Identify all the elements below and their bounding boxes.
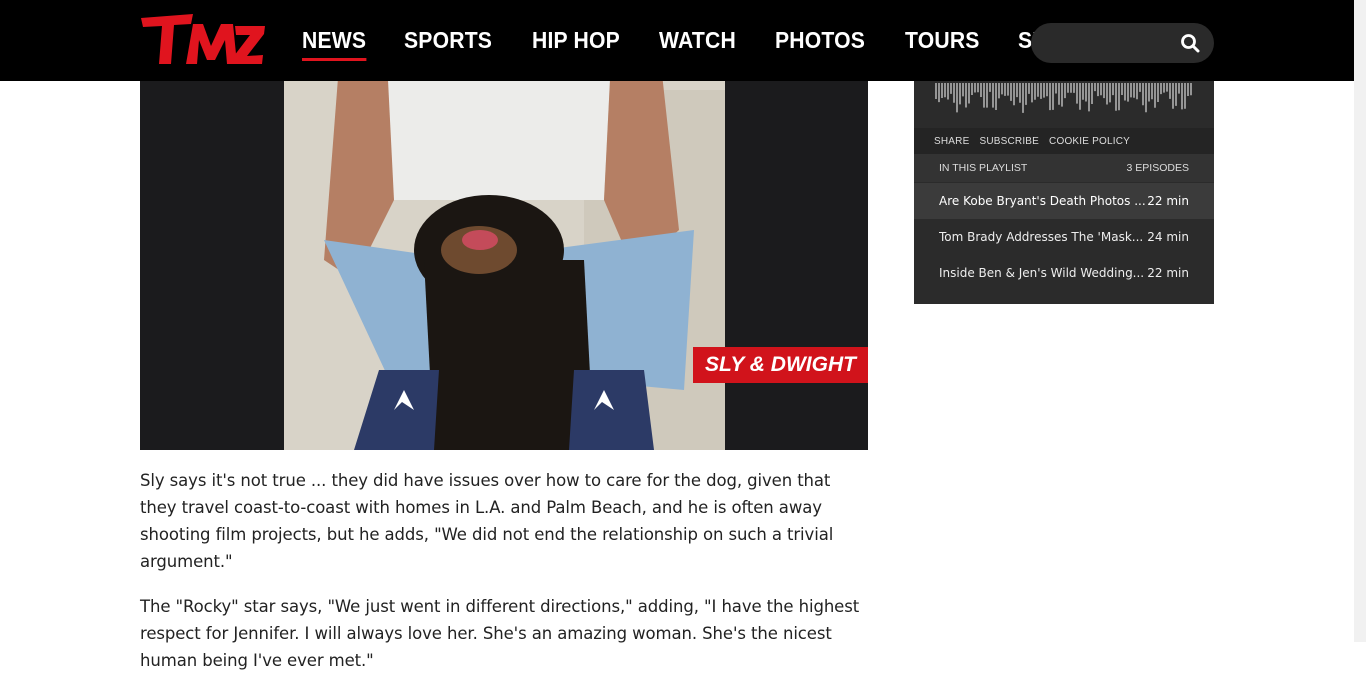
search-input[interactable] [1045, 31, 1179, 57]
main-menu: NEWS SPORTS HIP HOP WATCH PHOTOS TOURS S… [302, 0, 1116, 81]
playlist-header: IN THIS PLAYLIST 3 EPISODES [914, 154, 1214, 182]
episode-item[interactable]: Tom Brady Addresses The 'Mask... 24 min [914, 219, 1214, 255]
episode-item[interactable]: Are Kobe Bryant's Death Photos ... 22 mi… [914, 183, 1214, 219]
player-controls: SHARE SUBSCRIBE COOKIE POLICY [914, 128, 1214, 154]
article-paragraph: Sly says it's not true ... they did have… [140, 471, 834, 571]
nav-tours[interactable]: TOURS [905, 27, 980, 54]
article-paragraph: The "Rocky" star says, "We just went in … [140, 597, 860, 670]
audio-waveform[interactable] [934, 81, 1194, 115]
playlist-heading: IN THIS PLAYLIST [939, 162, 1028, 174]
top-nav: NEWS SPORTS HIP HOP WATCH PHOTOS TOURS S… [0, 0, 1354, 81]
subscribe-button[interactable]: SUBSCRIBE [979, 136, 1039, 147]
nav-photos[interactable]: PHOTOS [775, 27, 865, 54]
episode-duration: 22 min [1147, 266, 1189, 280]
share-button[interactable]: SHARE [934, 136, 969, 147]
nav-news[interactable]: NEWS [302, 27, 367, 61]
episode-title: Tom Brady Addresses The 'Mask... [939, 230, 1144, 244]
nav-hip-hop[interactable]: HIP HOP [532, 27, 620, 54]
episode-count: 3 EPISODES [1126, 162, 1189, 174]
nav-sports[interactable]: SPORTS [404, 27, 492, 54]
photo-caption-label: SLY & DWIGHT [693, 347, 868, 383]
episode-duration: 24 min [1147, 230, 1189, 244]
cookie-policy-link[interactable]: COOKIE POLICY [1049, 136, 1130, 147]
page-scrollbar[interactable] [1354, 0, 1366, 642]
search-box [1031, 23, 1214, 63]
episode-item[interactable]: Inside Ben & Jen's Wild Wedding... 22 mi… [914, 255, 1214, 291]
tmz-logo[interactable] [141, 14, 265, 66]
search-icon[interactable] [1180, 33, 1200, 53]
nav-watch[interactable]: WATCH [659, 27, 736, 54]
episode-duration: 22 min [1147, 194, 1189, 208]
article-body: Sly says it's not true ... they did have… [140, 467, 868, 692]
episode-title: Inside Ben & Jen's Wild Wedding... [939, 266, 1145, 280]
episode-title: Are Kobe Bryant's Death Photos ... [939, 194, 1146, 208]
